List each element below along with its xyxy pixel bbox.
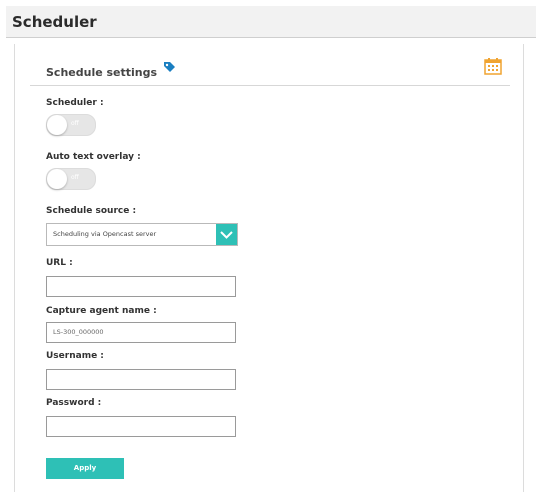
- page-title: Scheduler: [12, 13, 97, 31]
- scheduler-toggle[interactable]: off: [46, 114, 96, 136]
- username-label: Username :: [46, 351, 104, 361]
- toggle-state: off: [71, 120, 79, 127]
- chevron-down-icon[interactable]: [216, 224, 237, 245]
- password-input[interactable]: [46, 416, 236, 437]
- panel-title: Schedule settings: [46, 66, 158, 79]
- schedule-source-label: Schedule source :: [46, 206, 137, 216]
- apply-button[interactable]: Apply: [46, 458, 124, 479]
- calendar-icon[interactable]: [484, 57, 502, 75]
- page-header: Scheduler: [6, 6, 536, 38]
- url-input[interactable]: [46, 276, 236, 297]
- password-label: Password :: [46, 398, 102, 408]
- toggle-knob: [47, 169, 67, 189]
- schedule-source-value: Scheduling via Opencast server: [53, 230, 157, 238]
- toggle-knob: [47, 115, 67, 135]
- panel-header: Schedule settings: [30, 55, 510, 86]
- scheduler-label: Scheduler :: [46, 98, 104, 108]
- schedule-source-select[interactable]: Scheduling via Opencast server: [46, 223, 238, 246]
- capture-agent-name-label: Capture agent name :: [46, 306, 157, 316]
- auto-text-overlay-toggle[interactable]: off: [46, 168, 96, 190]
- scheduler-page: Scheduler Schedule settings Scheduler : …: [0, 0, 538, 492]
- capture-agent-name-input[interactable]: LS-300_000000: [46, 322, 236, 343]
- auto-text-overlay-label: Auto text overlay :: [46, 152, 141, 162]
- username-input[interactable]: [46, 369, 236, 390]
- url-label: URL :: [46, 258, 73, 268]
- tag-icon: [164, 62, 175, 72]
- toggle-state: off: [71, 174, 79, 181]
